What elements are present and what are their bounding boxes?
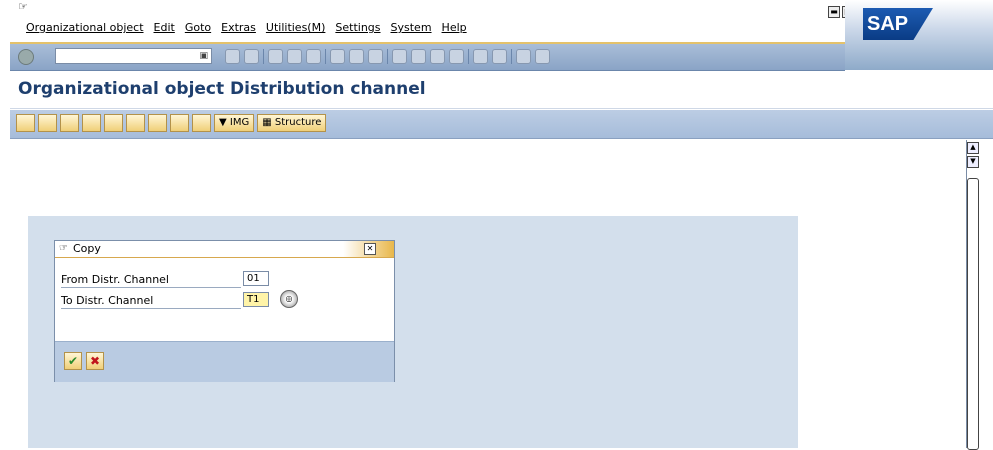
first-page-icon[interactable] (392, 49, 407, 64)
print-icon[interactable] (330, 49, 345, 64)
delete-icon[interactable] (82, 114, 101, 132)
scroll-down-icon[interactable]: ▼ (967, 156, 979, 168)
enter-icon[interactable] (18, 49, 34, 65)
sap-logo-area: SAP (845, 0, 993, 70)
sap-logo: SAP (863, 8, 933, 40)
layout-icon[interactable] (535, 49, 550, 64)
truck-icon[interactable] (126, 114, 145, 132)
scroll-up-icon[interactable]: ▲ (967, 142, 979, 154)
new-session-icon[interactable] (473, 49, 488, 64)
structure-icon: ▦ (262, 117, 272, 128)
next-page-icon[interactable] (430, 49, 445, 64)
copy-dialog: ☞ Copy ✕ From Distr. Channel 01 To Distr… (54, 240, 395, 382)
dialog-title: Copy (73, 242, 101, 255)
img-button[interactable]: ▼ IMG (214, 114, 255, 132)
last-page-icon[interactable] (449, 49, 464, 64)
structure-label: Structure (274, 117, 322, 128)
application-toolbar: ▼ IMG ▦ Structure (10, 110, 993, 139)
standard-toolbar: ▣ (10, 44, 845, 71)
copy-icon[interactable] (38, 114, 57, 132)
back-icon[interactable] (225, 49, 240, 64)
scroll-track[interactable] (967, 178, 979, 450)
menu-extras[interactable]: Extras (216, 21, 261, 34)
cancel-x-icon[interactable]: ✖ (86, 352, 104, 370)
menu-edit[interactable]: Edit (149, 21, 180, 34)
menu-system[interactable]: System (386, 21, 437, 34)
command-field[interactable]: ▣ (55, 48, 212, 64)
structure-button[interactable]: ▦ Structure (257, 114, 327, 132)
menu-help[interactable]: Help (437, 21, 472, 34)
minimize-icon[interactable]: ▬ (828, 6, 840, 18)
filter-icon: ▼ (219, 117, 227, 128)
info-icon[interactable] (192, 114, 211, 132)
assign-icon[interactable] (170, 114, 189, 132)
page-title: Organizational object Distribution chann… (18, 79, 426, 99)
separator (511, 49, 512, 64)
dialog-footer: ✔ ✖ (55, 341, 394, 382)
separator (387, 49, 388, 64)
menu-utilities[interactable]: Utilities(M) (261, 21, 330, 34)
menu-settings[interactable]: Settings (330, 21, 385, 34)
dialog-icon: ☞ (59, 243, 68, 254)
dialog-close-icon[interactable]: ✕ (364, 243, 376, 255)
vertical-scrollbar[interactable]: ▲ ▼ (966, 140, 979, 450)
separator (468, 49, 469, 64)
menu-bar: ☞ Organizational object Edit Goto Extras… (10, 0, 868, 44)
to-channel-label: To Distr. Channel (61, 294, 241, 309)
transport-icon[interactable] (104, 114, 123, 132)
title-bar: Organizational object Distribution chann… (10, 72, 993, 109)
find-icon[interactable] (349, 49, 364, 64)
value-help-icon[interactable]: ◎ (280, 290, 298, 308)
from-channel-label: From Distr. Channel (61, 273, 241, 288)
exit-icon[interactable] (287, 49, 302, 64)
shortcut-icon[interactable] (492, 49, 507, 64)
save-icon[interactable] (244, 49, 259, 64)
sap-window: ☞ Organizational object Edit Goto Extras… (0, 0, 993, 450)
confirm-check-icon[interactable]: ✔ (64, 352, 82, 370)
to-channel-field[interactable]: T1 (243, 292, 269, 307)
from-channel-field[interactable]: 01 (243, 271, 269, 286)
command-dropdown-icon[interactable]: ▣ (199, 51, 208, 61)
separator (263, 49, 264, 64)
copy-with-reference-icon[interactable] (60, 114, 79, 132)
menu-list: Organizational object Edit Goto Extras U… (21, 21, 472, 34)
system-menu-icon[interactable]: ☞ (18, 1, 30, 12)
cancel-icon[interactable] (306, 49, 321, 64)
standard-icons (225, 49, 550, 64)
check-icon[interactable] (148, 114, 167, 132)
find-next-icon[interactable] (368, 49, 383, 64)
img-label: IMG (229, 117, 250, 128)
back-nav-icon[interactable] (268, 49, 283, 64)
change-icon[interactable] (16, 114, 35, 132)
dialog-title-bar: ☞ Copy ✕ (55, 241, 394, 258)
menu-goto[interactable]: Goto (180, 21, 216, 34)
command-input[interactable] (56, 49, 200, 64)
separator (325, 49, 326, 64)
menu-organizational-object[interactable]: Organizational object (21, 21, 149, 34)
application-icons: ▼ IMG ▦ Structure (16, 114, 327, 132)
help-icon[interactable] (516, 49, 531, 64)
prev-page-icon[interactable] (411, 49, 426, 64)
